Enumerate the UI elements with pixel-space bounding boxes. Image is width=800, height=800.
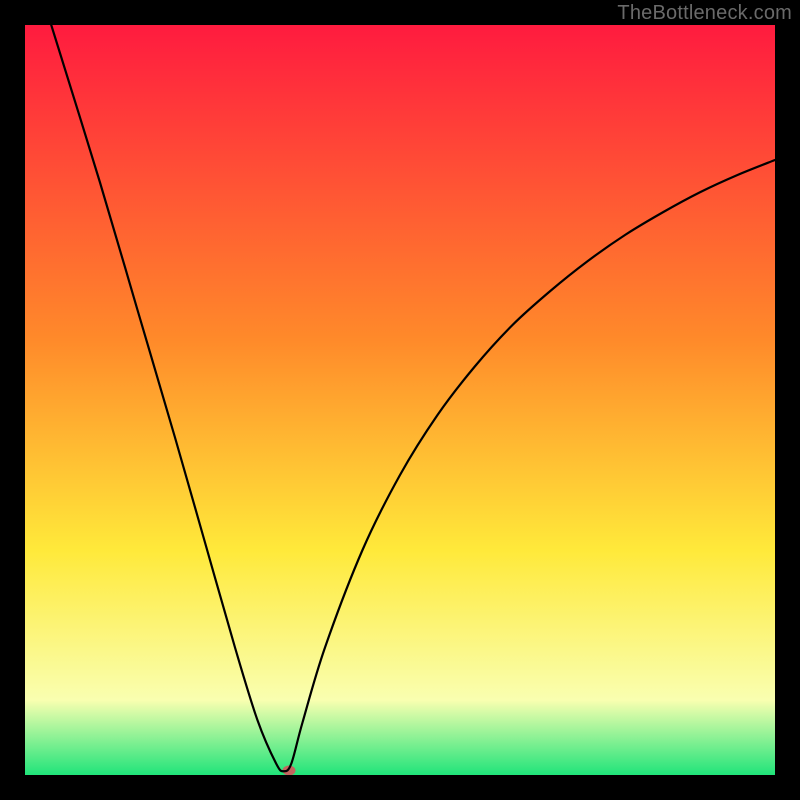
plot-area bbox=[25, 25, 775, 775]
gradient-background bbox=[25, 25, 775, 775]
chart-frame: TheBottleneck.com bbox=[0, 0, 800, 800]
watermark-text: TheBottleneck.com bbox=[617, 2, 792, 25]
plot-svg bbox=[25, 25, 775, 775]
